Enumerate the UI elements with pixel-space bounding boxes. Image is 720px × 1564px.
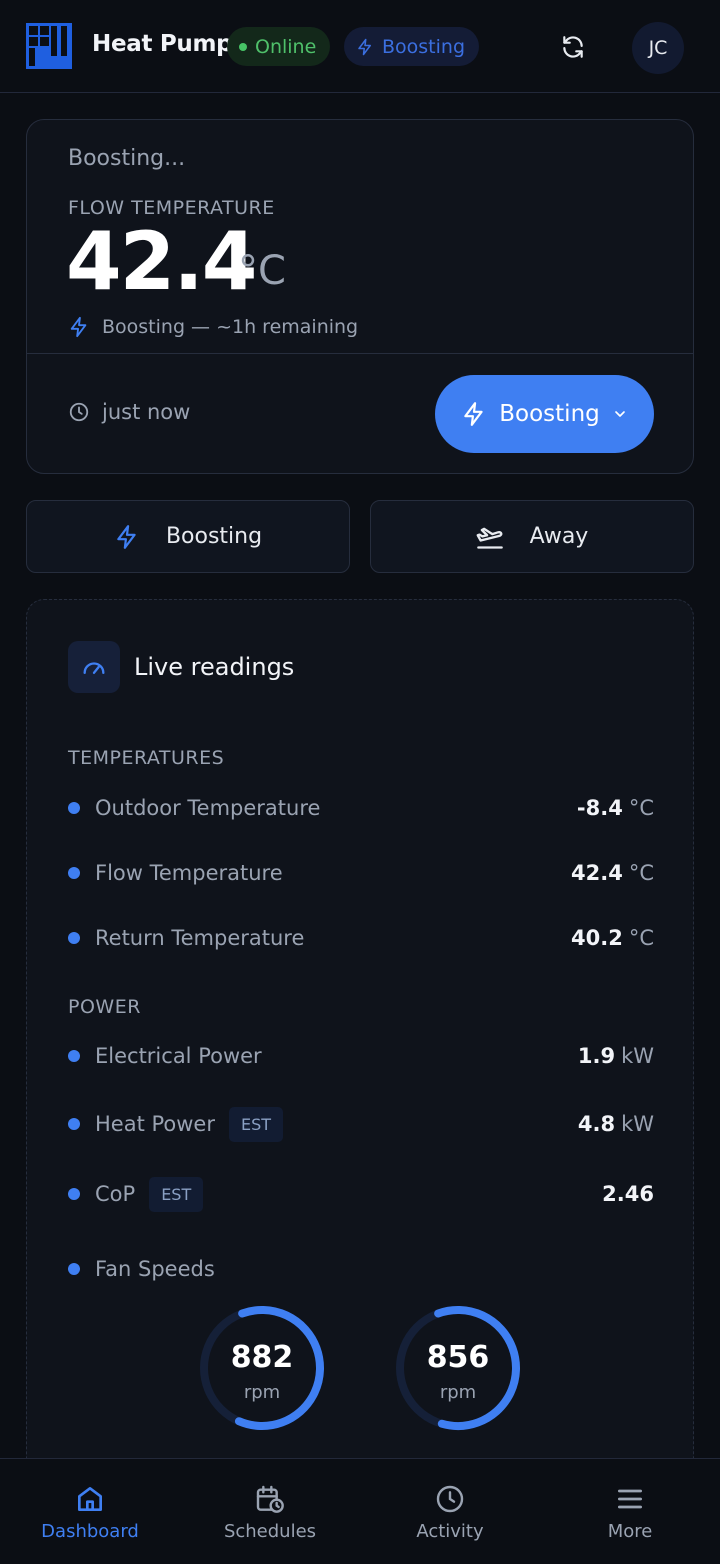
menu-icon (618, 1489, 642, 1508)
calendar-clock-icon (256, 1485, 284, 1513)
boost-remaining-text: Boosting — ~1h remaining (102, 316, 359, 338)
online-dot-icon (239, 42, 247, 51)
clock-icon (436, 1485, 464, 1512)
reading-value: 2.46 (602, 1182, 654, 1206)
fan-speed-value: 856 (426, 1340, 490, 1375)
reading-label: CoP (95, 1182, 136, 1206)
temperatures-section-label: TEMPERATURES (68, 747, 225, 769)
bolt-icon (464, 402, 483, 426)
estimated-tag: EST (228, 1106, 284, 1142)
clock-icon (69, 402, 89, 422)
flow-temperature-value: 42.4 (66, 215, 257, 308)
nav-activity[interactable]: Activity (360, 1459, 540, 1564)
live-readings-card: Live readings TEMPERATURES Outdoor Tempe… (26, 599, 694, 1479)
fan-speed-unit: rpm (243, 1382, 281, 1403)
estimated-tag: EST (149, 1176, 204, 1212)
bullet-icon (68, 802, 80, 814)
refresh-icon (563, 36, 583, 58)
live-readings-title: Live readings (134, 653, 295, 681)
boosting-label: Boosting (382, 35, 466, 58)
reading-label: Return Temperature (95, 926, 305, 950)
reading-label: Heat Power (95, 1112, 215, 1136)
nav-schedules-label: Schedules (223, 1520, 317, 1542)
boost-mode-dropdown-button[interactable]: Boosting (435, 375, 654, 453)
home-icon (78, 1486, 102, 1511)
boost-mode-button[interactable]: Boosting (26, 500, 350, 573)
bullet-icon (68, 1118, 80, 1130)
status-text: Boosting... (68, 146, 186, 171)
fan-speeds-label: Fan Speeds (95, 1257, 215, 1281)
avatar[interactable]: JC (632, 22, 684, 74)
bolt-icon (70, 316, 87, 338)
reading-row: Electrical Power 1.9 kW (68, 1036, 654, 1076)
reading-value: 40.2 °C (571, 926, 654, 950)
nav-schedules[interactable]: Schedules (180, 1459, 360, 1564)
heat-pump-logo-icon (26, 23, 72, 69)
bullet-icon (68, 1263, 80, 1275)
last-updated-text: just now (102, 400, 191, 424)
bullet-icon (68, 932, 80, 944)
reading-value: -8.4 °C (576, 796, 654, 820)
bolt-icon (117, 524, 136, 549)
nav-dashboard-label: Dashboard (41, 1520, 139, 1542)
bullet-icon (68, 1188, 80, 1200)
bullet-icon (68, 867, 80, 879)
away-mode-label: Away (529, 524, 589, 549)
boosting-status-badge: Boosting (344, 27, 480, 66)
nav-dashboard[interactable]: Dashboard (0, 1459, 180, 1564)
boost-button-label: Boosting (499, 401, 600, 427)
boost-remaining: Boosting — ~1h remaining (68, 316, 358, 338)
divider (27, 353, 693, 354)
power-section-label: POWER (68, 996, 141, 1018)
nav-activity-label: Activity (416, 1520, 484, 1542)
reading-value: 42.4 °C (571, 861, 654, 885)
chevron-down-icon (614, 411, 625, 417)
reading-label: Flow Temperature (95, 861, 283, 885)
away-mode-button[interactable]: Away (370, 500, 694, 573)
nav-more[interactable]: More (540, 1459, 720, 1564)
nav-more-label: More (607, 1520, 653, 1542)
bolt-icon (358, 38, 371, 55)
reading-row: Outdoor Temperature -8.4 °C (68, 788, 654, 828)
online-status-badge: Online (227, 27, 331, 66)
reading-row: CoP EST 2.46 (68, 1174, 654, 1214)
app-title: Heat Pump (92, 31, 233, 57)
app-header: Heat Pump Online Boosting JC (0, 0, 720, 93)
plane-departure-icon (476, 527, 503, 549)
boost-mode-label: Boosting (165, 524, 263, 549)
reading-value: 4.8 kW (577, 1112, 654, 1136)
fan-speed-unit: rpm (439, 1382, 477, 1403)
gauge-icon (68, 641, 120, 693)
flow-temperature-unit: °C (238, 248, 286, 294)
reading-row: Heat Power EST 4.8 kW (68, 1104, 654, 1144)
status-card: Boosting... FLOW TEMPERATURE 42.4 °C Boo… (26, 119, 694, 474)
reading-row: Flow Temperature 42.4 °C (68, 853, 654, 893)
fan-speeds-row: Fan Speeds (68, 1249, 654, 1289)
reading-row: Return Temperature 40.2 °C (68, 918, 654, 958)
reading-label: Outdoor Temperature (95, 796, 321, 820)
bullet-icon (68, 1050, 80, 1062)
last-updated: just now (68, 400, 190, 424)
bottom-nav: Dashboard Schedules Activity More (0, 1458, 720, 1564)
fan-speed-value: 882 (230, 1340, 294, 1375)
online-label: Online (255, 35, 317, 58)
reading-label: Electrical Power (95, 1044, 262, 1068)
reading-value: 1.9 kW (577, 1044, 654, 1068)
refresh-button[interactable] (553, 27, 593, 67)
